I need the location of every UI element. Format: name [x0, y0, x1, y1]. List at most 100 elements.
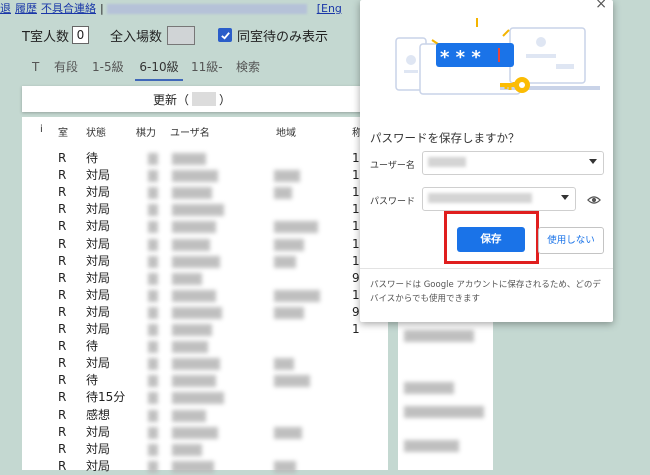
- update-button[interactable]: 更新（ ）: [22, 86, 362, 112]
- region-cell-blurred: [274, 238, 304, 251]
- table-row[interactable]: R 対局: [22, 270, 362, 287]
- table-row[interactable]: R 対局: [22, 321, 362, 338]
- rank-cell-blurred: [148, 460, 158, 473]
- username-cell-blurred[interactable]: [172, 409, 206, 422]
- username-cell-blurred[interactable]: [172, 306, 222, 319]
- status-cell: 対局: [86, 304, 111, 319]
- room-cell: R: [58, 219, 67, 234]
- username-cell-blurred[interactable]: [172, 153, 206, 165]
- table-row[interactable]: R 対局: [22, 201, 362, 218]
- title-cell: 1: [352, 219, 360, 234]
- region-cell-blurred: [274, 170, 300, 183]
- status-cell: 対局: [86, 458, 111, 473]
- table-row[interactable]: R 対局: [22, 458, 362, 475]
- chevron-down-icon[interactable]: [589, 159, 597, 164]
- room-cell: R: [58, 356, 67, 371]
- table-row[interactable]: R 対局: [22, 287, 362, 304]
- blurred-column: [398, 322, 493, 470]
- status-cell: 待: [86, 373, 99, 388]
- status-cell: 対局: [86, 356, 111, 371]
- username-cell-blurred[interactable]: [172, 392, 224, 405]
- update-label-close: ）: [219, 92, 232, 107]
- table-row[interactable]: R 対局: [22, 167, 362, 184]
- username-value: [428, 157, 466, 167]
- status-cell: 対局: [86, 424, 111, 439]
- status-cell: 待15分: [86, 390, 126, 405]
- username-cell-blurred[interactable]: [172, 426, 218, 439]
- status-cell: 対局: [86, 202, 111, 217]
- table-row[interactable]: R 対局: [22, 253, 362, 270]
- username-cell-blurred[interactable]: [172, 272, 202, 285]
- tab-kyu-1-5[interactable]: 1-5級: [92, 57, 124, 79]
- username-label: ユーザー名: [370, 161, 415, 171]
- rank-cell-blurred: [148, 272, 158, 285]
- link-prefix[interactable]: 退: [0, 2, 11, 15]
- username-cell-blurred[interactable]: [172, 289, 216, 302]
- username-select[interactable]: [422, 151, 604, 175]
- username-cell-blurred[interactable]: [172, 255, 220, 268]
- table-row[interactable]: R 対局: [22, 218, 362, 235]
- username-cell-blurred[interactable]: [172, 238, 210, 251]
- table-row[interactable]: R 対局: [22, 355, 362, 372]
- status-cell: 感想: [86, 407, 111, 422]
- tab-dan[interactable]: 有段: [54, 57, 78, 79]
- password-select[interactable]: [422, 187, 576, 211]
- update-label: 更新（: [152, 92, 189, 107]
- room-cell: R: [58, 424, 67, 439]
- highlight-box: [444, 211, 539, 264]
- table-row[interactable]: R待: [22, 372, 362, 389]
- username-cell-blurred[interactable]: [172, 443, 202, 456]
- rank-cell-blurred: [148, 238, 158, 251]
- username-cell-blurred[interactable]: [172, 324, 212, 336]
- checkbox-checked-icon[interactable]: [218, 28, 232, 42]
- username-cell-blurred[interactable]: [172, 460, 214, 473]
- blurred-cell: [404, 440, 459, 452]
- waiting-only-toggle[interactable]: 同室待のみ表示: [218, 24, 328, 46]
- tab-search[interactable]: 検索: [236, 57, 260, 79]
- username-cell-blurred[interactable]: [172, 204, 224, 217]
- username-cell-blurred[interactable]: [172, 341, 208, 354]
- rank-cell-blurred: [148, 255, 158, 268]
- table-row[interactable]: R待: [22, 338, 362, 355]
- table-row[interactable]: R 感想: [22, 407, 362, 424]
- region-cell-blurred: [274, 460, 296, 473]
- region-cell-blurred: [274, 255, 296, 268]
- link-separator: |: [100, 2, 104, 15]
- status-cell: 対局: [86, 270, 111, 285]
- chevron-down-icon[interactable]: [561, 195, 569, 200]
- username-cell-blurred[interactable]: [172, 187, 212, 200]
- table-row[interactable]: R 対局: [22, 441, 362, 458]
- region-cell-blurred: [274, 306, 304, 319]
- dialog-footnote: パスワードは Google アカウントに保存されるため、どのデバイスからでも使用…: [370, 280, 601, 304]
- tab-t[interactable]: T: [32, 57, 39, 79]
- username-cell-blurred[interactable]: [172, 221, 216, 234]
- room-cell: R: [58, 185, 67, 200]
- link-history[interactable]: 履歴: [15, 2, 37, 15]
- tab-kyu-11[interactable]: 11級-: [191, 57, 223, 79]
- region-cell-blurred: [274, 426, 302, 439]
- room-cell: R: [58, 390, 67, 405]
- total-label: 全入場数: [110, 29, 163, 45]
- room-cell: R: [58, 253, 67, 268]
- status-cell: 対局: [86, 441, 111, 456]
- table-row[interactable]: R 対局: [22, 304, 362, 321]
- username-cell-blurred[interactable]: [172, 170, 218, 183]
- table-row[interactable]: R 対局: [22, 424, 362, 441]
- username-cell-blurred[interactable]: [172, 375, 216, 388]
- table-row[interactable]: R 対局: [22, 236, 362, 253]
- table-row[interactable]: R待: [22, 150, 362, 167]
- rank-cell-blurred: [148, 187, 158, 200]
- link-bug-report[interactable]: 不具合連絡: [41, 2, 96, 15]
- eye-icon[interactable]: [587, 193, 601, 207]
- never-button[interactable]: 使用しない: [538, 227, 604, 254]
- rank-cell-blurred: [148, 341, 158, 354]
- tab-kyu-6-10[interactable]: 6-10級: [135, 57, 183, 81]
- status-cell: 対局: [86, 219, 111, 234]
- title-cell: 1: [352, 287, 360, 302]
- link-english[interactable]: [Eng: [317, 2, 342, 15]
- username-cell-blurred[interactable]: [172, 358, 220, 371]
- table-row[interactable]: R 待15分: [22, 389, 362, 406]
- room-cell: R: [58, 151, 67, 165]
- table-row[interactable]: R 対局: [22, 184, 362, 201]
- masked-password: * * *: [440, 47, 481, 68]
